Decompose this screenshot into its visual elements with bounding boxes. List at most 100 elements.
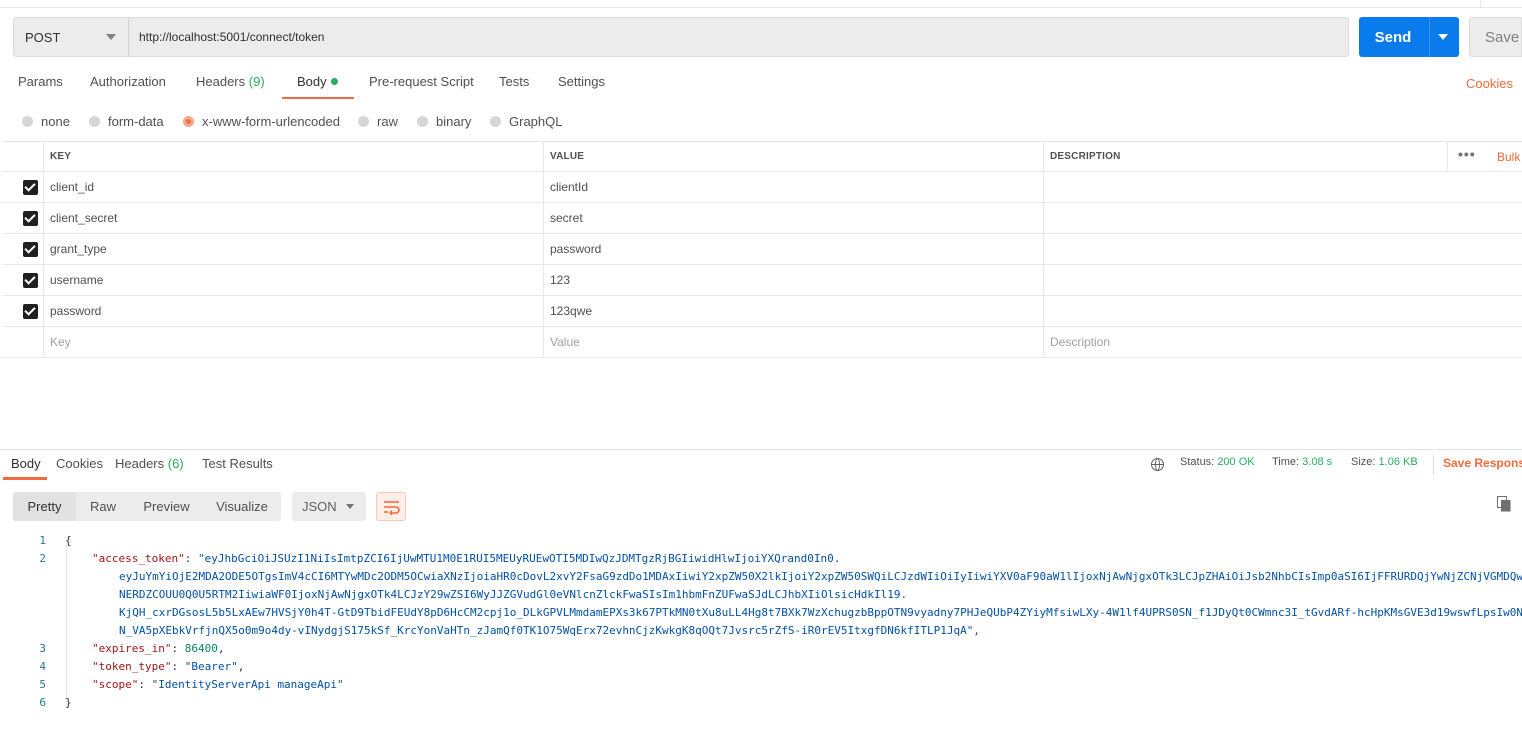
radio-circle-icon — [22, 115, 33, 127]
row-checkbox[interactable] — [23, 273, 38, 288]
radio-graphql-label: GraphQL — [509, 113, 563, 129]
resp-tab-body[interactable]: Body — [11, 456, 41, 471]
save-response-button[interactable]: Save Respons — [1443, 456, 1522, 470]
tab-authorization-label: Authorization — [90, 74, 166, 89]
radio-urlencoded[interactable]: x-www-form-urlencoded — [183, 111, 340, 131]
line-number: 5 — [39, 678, 46, 691]
row-value[interactable]: 123 — [543, 265, 570, 295]
value-placeholder[interactable]: Value — [543, 327, 580, 357]
save-button[interactable]: Save — [1469, 17, 1522, 57]
radio-form-data-label: form-data — [108, 113, 164, 129]
size-value: 1.06 KB — [1378, 456, 1418, 468]
active-tab-underline — [282, 97, 354, 99]
tab-headers[interactable]: Headers (9) — [196, 74, 265, 96]
view-visualize-button[interactable]: Visualize — [203, 492, 281, 521]
tab-headers-label: Headers — [196, 74, 246, 89]
row-checkbox[interactable] — [23, 211, 38, 226]
tab-params[interactable]: Params — [18, 74, 63, 96]
radio-graphql[interactable]: GraphQL — [490, 111, 562, 131]
row-key[interactable]: username — [43, 265, 103, 295]
line-number: 4 — [39, 660, 46, 673]
header-key: KEY — [50, 151, 72, 162]
row-value[interactable]: 123qwe — [543, 296, 592, 326]
code-close-brace: } — [65, 696, 72, 709]
token-type-key: "token_type" — [92, 660, 172, 673]
tab-pre-request-label: Pre-request Script — [369, 74, 474, 89]
access-token-value-part: NERDZCOUU0Q0U5RTM2IiwiaWF0IjoxNjAwNjgxOT… — [119, 588, 908, 601]
globe-icon[interactable] — [1151, 458, 1164, 471]
row-key[interactable]: grant_type — [43, 234, 107, 264]
row-key[interactable]: client_secret — [43, 203, 117, 233]
radio-raw[interactable]: raw — [358, 111, 398, 131]
radio-none[interactable]: none — [22, 111, 70, 131]
radio-circle-icon — [490, 115, 501, 127]
row-checkbox[interactable] — [23, 180, 38, 195]
code-line-token-type: "token_type": "Bearer", — [92, 660, 245, 673]
access-token-value-part: "eyJhbGciOiJSUzI1NiIsImtpZCI6IjUwMTU1M0E… — [197, 552, 841, 565]
tab-authorization[interactable]: Authorization — [90, 74, 166, 96]
row-value[interactable]: clientId — [543, 172, 588, 202]
tab-pre-request-script[interactable]: Pre-request Script — [369, 74, 474, 96]
description-placeholder[interactable]: Description — [1043, 327, 1110, 357]
resp-tab-cookies[interactable]: Cookies — [56, 456, 103, 471]
status-value: 200 OK — [1217, 456, 1255, 468]
radio-form-data[interactable]: form-data — [89, 111, 164, 131]
header-description: DESCRIPTION — [1050, 151, 1121, 162]
url-input[interactable]: http://localhost:5001/connect/token — [128, 17, 1349, 57]
bulk-edit-link[interactable]: Bulk — [1497, 142, 1520, 171]
view-raw-button[interactable]: Raw — [76, 492, 130, 521]
table-row: client_secret secret — [3, 203, 1522, 234]
method-label: POST — [25, 29, 61, 45]
tab-body[interactable]: Body — [297, 74, 338, 96]
send-button[interactable]: Send — [1359, 17, 1459, 57]
line-number: 6 — [39, 696, 46, 709]
radio-circle-icon — [89, 115, 100, 127]
row-key[interactable]: client_id — [43, 172, 94, 202]
row-value[interactable]: password — [543, 234, 601, 264]
tab-params-label: Params — [18, 74, 63, 89]
tab-settings-label: Settings — [558, 74, 605, 89]
row-checkbox[interactable] — [23, 242, 38, 257]
token-type-value: "Bearer" — [184, 660, 238, 673]
expires-in-key: "expires_in" — [92, 642, 172, 655]
table-row: username 123 — [3, 265, 1522, 296]
access-token-key: "access_token" — [92, 552, 185, 565]
line-number: 2 — [39, 552, 46, 565]
resp-tab-headers-count: (6) — [167, 456, 184, 471]
resp-tab-test-results[interactable]: Test Results — [202, 456, 273, 471]
code-line-expires-in: "expires_in": 86400, — [92, 642, 225, 655]
expires-in-value: 86400 — [184, 642, 218, 655]
table-row-new: Key Value Description — [3, 327, 1522, 358]
send-label: Send — [1374, 28, 1412, 46]
time-label: Time: — [1272, 456, 1300, 468]
send-options-chevron-icon[interactable] — [1438, 34, 1448, 40]
radio-binary[interactable]: binary — [417, 111, 471, 131]
radio-raw-label: raw — [377, 113, 398, 129]
tab-headers-count: (9) — [248, 74, 265, 89]
wrap-lines-icon — [384, 501, 400, 515]
row-key[interactable]: password — [43, 296, 101, 326]
top-strip — [0, 0, 1522, 8]
tab-tests[interactable]: Tests — [499, 74, 529, 96]
key-placeholder[interactable]: Key — [43, 327, 71, 357]
copy-icon[interactable] — [1497, 496, 1511, 512]
resp-active-tab-underline — [3, 477, 47, 480]
send-split-divider — [1429, 17, 1430, 57]
view-preview-button[interactable]: Preview — [130, 492, 203, 521]
radio-circle-icon — [358, 115, 369, 127]
method-select[interactable]: POST — [13, 17, 129, 57]
table-row: client_id clientId — [3, 172, 1522, 203]
cookies-link[interactable]: Cookies — [1466, 76, 1513, 91]
resp-tab-headers[interactable]: Headers (6) — [115, 456, 184, 471]
row-checkbox[interactable] — [23, 304, 38, 319]
access-token-value-part: KjQH_cxrDGsosL5b5LxAEw7HVSjY0h4T-GtD9Tbi… — [119, 606, 1522, 619]
table-row: password 123qwe — [3, 296, 1522, 327]
row-value[interactable]: secret — [543, 203, 583, 233]
format-select[interactable]: JSON — [292, 492, 366, 521]
wrap-lines-button[interactable] — [376, 492, 406, 521]
more-options-icon[interactable]: ••• — [1458, 146, 1476, 162]
tab-settings[interactable]: Settings — [558, 74, 605, 96]
url-text: http://localhost:5001/connect/token — [139, 30, 325, 44]
view-pretty-button[interactable]: Pretty — [13, 492, 76, 521]
format-label: JSON — [302, 499, 337, 514]
